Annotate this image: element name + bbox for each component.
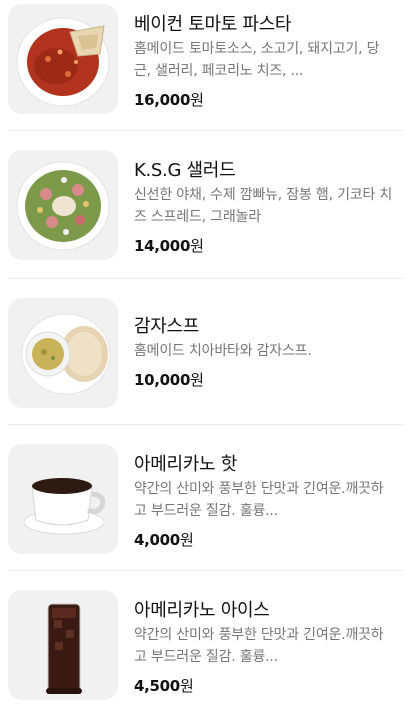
pasta-dish-image	[8, 4, 118, 114]
menu-item-description: 신선한 야채, 수제 깜빠뉴, 잠봉 햄, 기코타 치즈 스프레드, 그래놀라	[134, 187, 393, 225]
menu-item-name: 아메리카노 아이스	[134, 600, 270, 621]
price-currency: 원	[190, 91, 204, 109]
menu-item-name: 아메리카노 핫	[134, 454, 237, 475]
menu-item-name: 감자스프	[134, 316, 200, 337]
potato-soup-image	[8, 298, 118, 408]
menu-item-price: 4,000원	[134, 529, 194, 550]
iced-coffee-glass-image	[8, 590, 118, 700]
menu-item-price: 16,000원	[134, 89, 204, 110]
menu-item-name: K.S.G 샐러드	[134, 160, 236, 181]
price-amount: 10,000	[134, 371, 191, 389]
price-currency: 원	[190, 371, 204, 389]
price-amount: 4,000	[134, 531, 180, 549]
menu-item-description: 약간의 산미와 풍부한 단맛과 긴여운.깨끗하고 부드러운 질감. 훌륭...	[134, 627, 384, 665]
divider	[8, 424, 404, 425]
hot-coffee-cup-image	[8, 444, 118, 554]
menu-item-price: 4,500원	[134, 675, 194, 696]
price-amount: 4,500	[134, 677, 180, 695]
divider	[8, 278, 404, 279]
divider	[8, 130, 404, 131]
menu-item-price: 10,000원	[134, 369, 204, 390]
menu-item-description: 홈메이드 치아바타와 감자스프.	[134, 343, 312, 359]
menu-item-price: 14,000원	[134, 235, 204, 256]
price-amount: 16,000	[134, 91, 191, 109]
price-amount: 14,000	[134, 237, 191, 255]
divider	[8, 570, 404, 571]
menu-item-description: 홈메이드 토마토소스, 소고기, 돼지고기, 당근, 샐러리, 페코리노 치즈,…	[134, 41, 380, 79]
menu-list: 베이컨 토마토 파스타 홈메이드 토마토소스, 소고기, 돼지고기, 당근, 샐…	[0, 0, 412, 723]
menu-item-description: 약간의 산미와 풍부한 단맛과 긴여운.깨끗하고 부드러운 질감. 훌륭...	[134, 481, 384, 519]
price-currency: 원	[190, 237, 204, 255]
price-currency: 원	[179, 531, 194, 549]
price-currency: 원	[179, 677, 194, 695]
menu-item-name: 베이컨 토마토 파스타	[134, 14, 292, 35]
salad-dish-image	[8, 150, 118, 260]
